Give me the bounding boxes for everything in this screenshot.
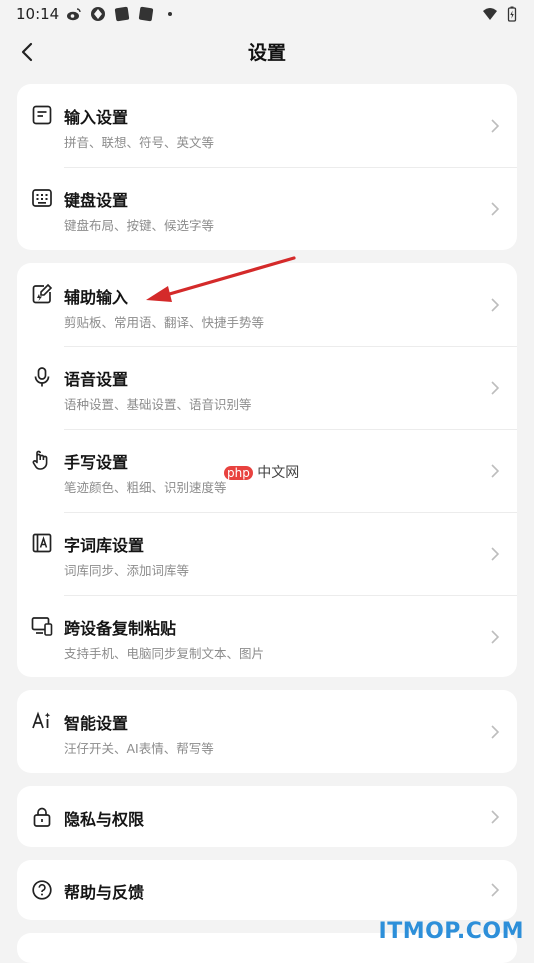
php-watermark-text: 中文网: [257, 465, 300, 481]
php-watermark: php 中文网: [224, 462, 299, 482]
site-watermark: ITMOP.COM: [378, 919, 524, 944]
php-badge: php: [224, 466, 253, 480]
